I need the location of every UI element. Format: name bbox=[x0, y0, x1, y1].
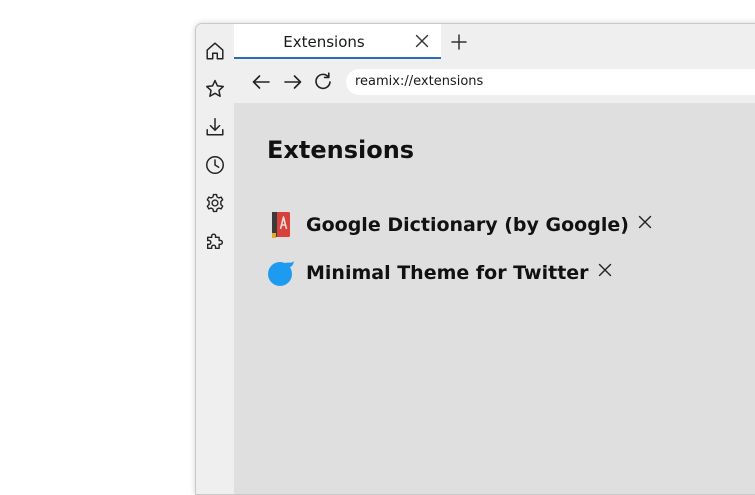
tab-extensions[interactable]: Extensions bbox=[234, 24, 441, 59]
toolbar bbox=[234, 60, 755, 103]
plus-icon[interactable] bbox=[450, 33, 468, 51]
page-title: Extensions bbox=[267, 136, 415, 164]
address-bar[interactable] bbox=[346, 69, 755, 95]
tab-strip: Extensions bbox=[234, 24, 755, 60]
remove-extension-icon[interactable] bbox=[598, 263, 612, 277]
tab-title: Extensions bbox=[283, 33, 365, 51]
sidebar bbox=[196, 24, 234, 494]
puzzle-icon bbox=[206, 233, 224, 250]
home-icon bbox=[206, 42, 224, 60]
reload-icon[interactable] bbox=[312, 71, 334, 93]
star-icon bbox=[206, 79, 224, 97]
sidebar-item-settings[interactable] bbox=[202, 190, 228, 216]
extension-name: Minimal Theme for Twitter bbox=[306, 262, 589, 284]
gear-icon bbox=[206, 193, 224, 213]
sidebar-item-downloads[interactable] bbox=[202, 114, 228, 140]
download-icon bbox=[206, 118, 224, 136]
sidebar-item-bookmarks[interactable] bbox=[202, 76, 228, 102]
sidebar-item-home[interactable] bbox=[202, 38, 228, 64]
close-icon[interactable] bbox=[415, 34, 429, 48]
twitter-bird-icon bbox=[267, 259, 295, 287]
arrow-left-icon[interactable] bbox=[250, 71, 272, 93]
sidebar-item-extensions[interactable] bbox=[202, 228, 228, 254]
sidebar-item-history[interactable] bbox=[202, 152, 228, 178]
extension-name: Google Dictionary (by Google) bbox=[306, 214, 629, 236]
dictionary-book-icon bbox=[267, 211, 295, 239]
arrow-right-icon[interactable] bbox=[282, 71, 304, 93]
browser-window: Extensions Extensions bbox=[195, 23, 755, 495]
extension-row: Minimal Theme for Twitter bbox=[267, 258, 612, 288]
remove-extension-icon[interactable] bbox=[638, 215, 652, 229]
clock-icon bbox=[206, 156, 224, 174]
extension-row: Google Dictionary (by Google) bbox=[267, 210, 652, 240]
extensions-page: Extensions Google Dictionary (by Google) bbox=[234, 103, 755, 494]
